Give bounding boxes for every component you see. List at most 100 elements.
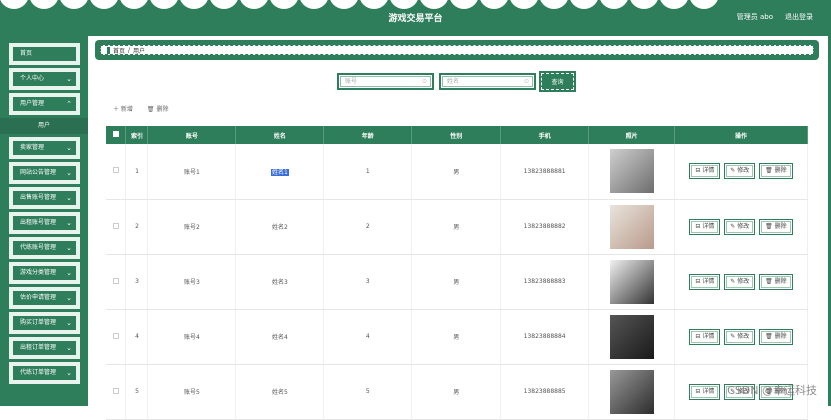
sidebar-item-label: 购买订单管理	[20, 319, 56, 326]
edit-button[interactable]: ✎ 修改	[724, 219, 755, 235]
sidebar-subitem-user[interactable]: 用户	[0, 118, 88, 134]
sidebar-item-boost-orders[interactable]: 代练订单管理⌄	[9, 362, 80, 384]
selected-text: 姓名1	[271, 169, 289, 176]
detail-button[interactable]: ⊟ 详情	[689, 384, 720, 400]
user-photo	[610, 205, 654, 249]
table-row: 4 账号4 姓名4 4 男 13823888884 ⊟ 详情 ✎ 修改 🗑 删除	[106, 309, 808, 364]
top-header: 游戏交易平台 管理员 abo 退出登录	[0, 0, 831, 36]
chevron-down-icon: ⌄	[66, 314, 72, 332]
delete-button[interactable]: 🗑 删除	[147, 104, 169, 113]
select-all-checkbox[interactable]	[113, 131, 119, 137]
sidebar-item-label: 估价申请管理	[20, 294, 56, 301]
breadcrumb-marker-icon	[107, 47, 110, 54]
sidebar-item-sale-accounts[interactable]: 出售账号管理⌄	[9, 187, 80, 209]
watermark: CSDN @幸运科技	[727, 382, 817, 398]
search-button[interactable]: 查询	[541, 73, 574, 90]
sidebar-item-announcements[interactable]: 网站公告管理⌄	[9, 162, 80, 184]
column-header: 性别	[412, 126, 501, 144]
cell-index: 5	[126, 364, 148, 419]
sidebar-item-label: 游戏分类管理	[20, 269, 56, 276]
detail-button[interactable]: ⊟ 详情	[689, 163, 720, 179]
detail-button[interactable]: ⊟ 详情	[689, 329, 720, 345]
clear-icon[interactable]: ⊙	[524, 75, 529, 88]
cell-account: 账号3	[148, 254, 236, 309]
chevron-down-icon: ⌄	[66, 264, 72, 282]
cell-index: 2	[126, 199, 148, 254]
account-search-input[interactable]: 账号 ⊙	[337, 73, 434, 90]
sidebar-item-rent-accounts[interactable]: 出租账号管理⌄	[9, 212, 80, 234]
sidebar-item-users[interactable]: 用户管理 ⌃	[9, 93, 80, 115]
chevron-down-icon: ⌄	[66, 70, 72, 88]
column-header: 操作	[675, 126, 808, 144]
sidebar-item-label: 出售账号管理	[20, 194, 56, 201]
detail-button[interactable]: ⊟ 详情	[689, 219, 720, 235]
cell-photo	[589, 254, 675, 309]
cell-index: 4	[126, 309, 148, 364]
cell-account: 账号4	[148, 309, 236, 364]
account-placeholder: 账号	[345, 78, 357, 85]
cell-photo	[589, 364, 675, 419]
logout-button[interactable]: 退出登录	[785, 12, 813, 22]
cell-account: 账号1	[148, 144, 236, 199]
column-header: 姓名	[236, 126, 324, 144]
cell-account: 账号2	[148, 199, 236, 254]
sidebar-item-label: 卖家管理	[20, 144, 44, 151]
sidebar-item-label: 网站公告管理	[20, 169, 56, 176]
delete-row-button[interactable]: 🗑 删除	[759, 163, 793, 179]
cell-photo	[589, 144, 675, 199]
app-title: 游戏交易平台	[0, 11, 831, 24]
user-photo	[610, 260, 654, 304]
sidebar-item-sellers[interactable]: 卖家管理 ⌄	[9, 137, 80, 159]
delete-row-button[interactable]: 🗑 删除	[759, 274, 793, 290]
edit-button[interactable]: ✎ 修改	[724, 163, 755, 179]
user-photo	[610, 149, 654, 193]
sidebar-item-game-categories[interactable]: 游戏分类管理 ⌄	[9, 262, 80, 284]
detail-button[interactable]: ⊟ 详情	[689, 274, 720, 290]
name-search-input[interactable]: 姓名 ⊙	[439, 73, 536, 90]
admin-user-label[interactable]: 管理员 abo	[737, 12, 773, 22]
edit-button[interactable]: ✎ 修改	[724, 329, 755, 345]
breadcrumb-home[interactable]: 首页	[113, 46, 125, 55]
cell-account: 账号5	[148, 364, 236, 419]
sidebar-item-boost-accounts[interactable]: 代练账号管理⌄	[9, 237, 80, 259]
sidebar-item-valuation[interactable]: 估价申请管理⌄	[9, 287, 80, 309]
chevron-down-icon: ⌄	[66, 364, 72, 382]
breadcrumb-current: 用户	[133, 46, 145, 55]
chevron-up-icon: ⌃	[66, 95, 72, 113]
column-header: 照片	[589, 126, 675, 144]
sidebar-item-profile[interactable]: 个人中心 ⌄	[9, 68, 80, 90]
breadcrumb: 首页 / 用户	[95, 40, 819, 60]
table-header-row: 索引 账号 姓名 年龄 性别 手机 照片 操作	[106, 126, 808, 144]
sidebar-item-label: 首页	[20, 50, 32, 57]
column-header: 索引	[126, 126, 148, 144]
cell-phone: 13823888882	[501, 199, 589, 254]
add-button[interactable]: ＋ 新增	[113, 104, 133, 113]
cell-age: 1	[324, 144, 412, 199]
clear-icon[interactable]: ⊙	[422, 75, 427, 88]
delete-row-button[interactable]: 🗑 删除	[759, 329, 793, 345]
column-header: 年龄	[324, 126, 412, 144]
row-checkbox[interactable]	[113, 167, 119, 173]
delete-row-button[interactable]: 🗑 删除	[759, 219, 793, 235]
row-checkbox[interactable]	[113, 333, 119, 339]
sidebar-item-purchase-orders[interactable]: 购买订单管理 ⌄	[9, 312, 80, 334]
users-table: 索引 账号 姓名 年龄 性别 手机 照片 操作 1 账号1 姓名1 1 男 13…	[106, 126, 808, 420]
chevron-down-icon: ⌄	[66, 239, 72, 257]
cell-phone: 13823888883	[501, 254, 589, 309]
sidebar-item-home[interactable]: 首页	[9, 43, 80, 65]
column-header: 账号	[148, 126, 236, 144]
cell-name: 姓名1	[236, 144, 324, 199]
sidebar: 首页 个人中心⌄ 用户管理⌃ 用户 卖家管理⌄ 网站公告管理⌄ 出售账号管理⌄ …	[0, 36, 88, 406]
row-checkbox[interactable]	[113, 223, 119, 229]
row-checkbox[interactable]	[113, 278, 119, 284]
chevron-down-icon: ⌄	[66, 139, 72, 157]
sidebar-item-label: 用户管理	[20, 100, 44, 107]
select-all-header[interactable]	[106, 126, 126, 144]
cell-index: 1	[126, 144, 148, 199]
cell-name: 姓名5	[236, 364, 324, 419]
sidebar-item-label: 个人中心	[20, 75, 44, 82]
sidebar-item-rent-orders[interactable]: 出租订单管理⌄	[9, 337, 80, 359]
column-header: 手机	[501, 126, 589, 144]
row-checkbox[interactable]	[113, 388, 119, 394]
edit-button[interactable]: ✎ 修改	[724, 274, 755, 290]
